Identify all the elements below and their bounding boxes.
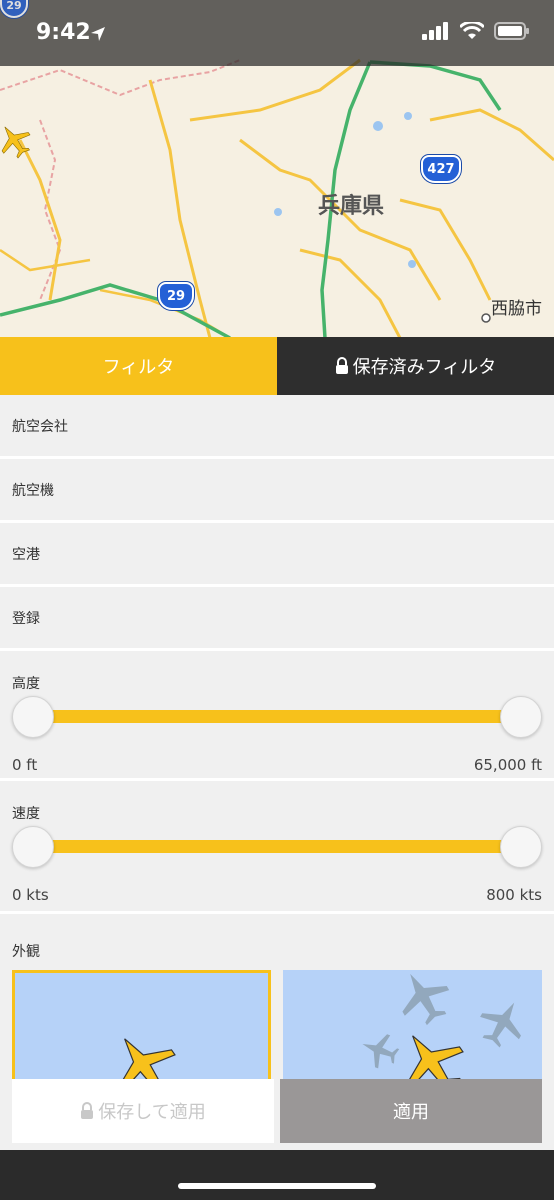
tab-saved-label: 保存済みフィルタ (352, 357, 497, 378)
filter-aircraft-label: 航空機 (12, 482, 54, 499)
filter-registration-label: 登録 (12, 610, 40, 627)
wifi-icon (460, 22, 484, 39)
route-shield-29: 29 (158, 282, 194, 310)
home-indicator[interactable] (178, 1183, 376, 1189)
battery-icon (494, 22, 529, 40)
aircraft-marker-icon[interactable] (0, 120, 34, 160)
apply-label: 適用 (393, 1102, 429, 1123)
city-label: 西脇市 (491, 299, 542, 319)
altitude-max-value: 65,000 ft (473, 756, 542, 774)
lock-icon (335, 357, 348, 374)
altitude-min-value: 0 ft (12, 756, 38, 774)
map-view[interactable]: 兵庫県 西脇市 29 427 29 9:42 (0, 0, 554, 338)
speed-min-value: 0 kts (12, 886, 49, 904)
location-arrow-icon (91, 27, 105, 41)
save-and-apply-label: 保存して適用 (98, 1102, 206, 1123)
altitude-filter: 高度 0 ft 65,000 ft (0, 651, 554, 781)
route-shield-427: 427 (421, 155, 461, 183)
speed-min-handle[interactable] (12, 826, 54, 868)
altitude-max-handle[interactable] (500, 696, 542, 738)
filter-tabs: フィルタ 保存済みフィルタ (0, 337, 554, 395)
filter-panel: 航空会社 航空機 空港 登録 高度 0 ft 65,000 ft 速度 0 kt… (0, 395, 554, 1150)
airplane-shadow-icon (402, 973, 450, 1026)
filter-airline-label: 航空会社 (12, 418, 68, 435)
filter-row-airport[interactable]: 空港 (0, 523, 554, 587)
speed-max-value: 800 kts (486, 886, 542, 904)
filter-row-aircraft[interactable]: 航空機 (0, 459, 554, 523)
lock-icon (81, 1102, 94, 1119)
status-time: 9:42 (36, 20, 91, 45)
speed-track[interactable] (32, 840, 522, 853)
speed-label: 速度 (12, 806, 40, 822)
signal-icon (422, 22, 448, 40)
speed-filter: 速度 0 kts 800 kts (0, 781, 554, 914)
airplane-shadow-icon (480, 1002, 521, 1048)
speed-max-handle[interactable] (500, 826, 542, 868)
route-shield-29-top: 29 (0, 0, 28, 18)
home-bar-area (0, 1150, 554, 1200)
tab-filter[interactable]: フィルタ (0, 337, 277, 395)
tab-saved-filters[interactable]: 保存済みフィルタ (277, 337, 554, 395)
save-and-apply-button[interactable]: 保存して適用 (12, 1079, 274, 1143)
tab-filter-label: フィルタ (102, 357, 175, 378)
status-bar: 29 9:42 (0, 0, 554, 66)
filter-airport-label: 空港 (12, 546, 40, 563)
prefecture-label: 兵庫県 (318, 194, 385, 219)
filter-row-airline[interactable]: 航空会社 (0, 395, 554, 459)
appearance-label: 外観 (12, 944, 40, 960)
filter-row-registration[interactable]: 登録 (0, 587, 554, 651)
apply-button[interactable]: 適用 (280, 1079, 542, 1143)
altitude-track[interactable] (32, 710, 522, 723)
altitude-label: 高度 (12, 676, 40, 692)
altitude-min-handle[interactable] (12, 696, 54, 738)
